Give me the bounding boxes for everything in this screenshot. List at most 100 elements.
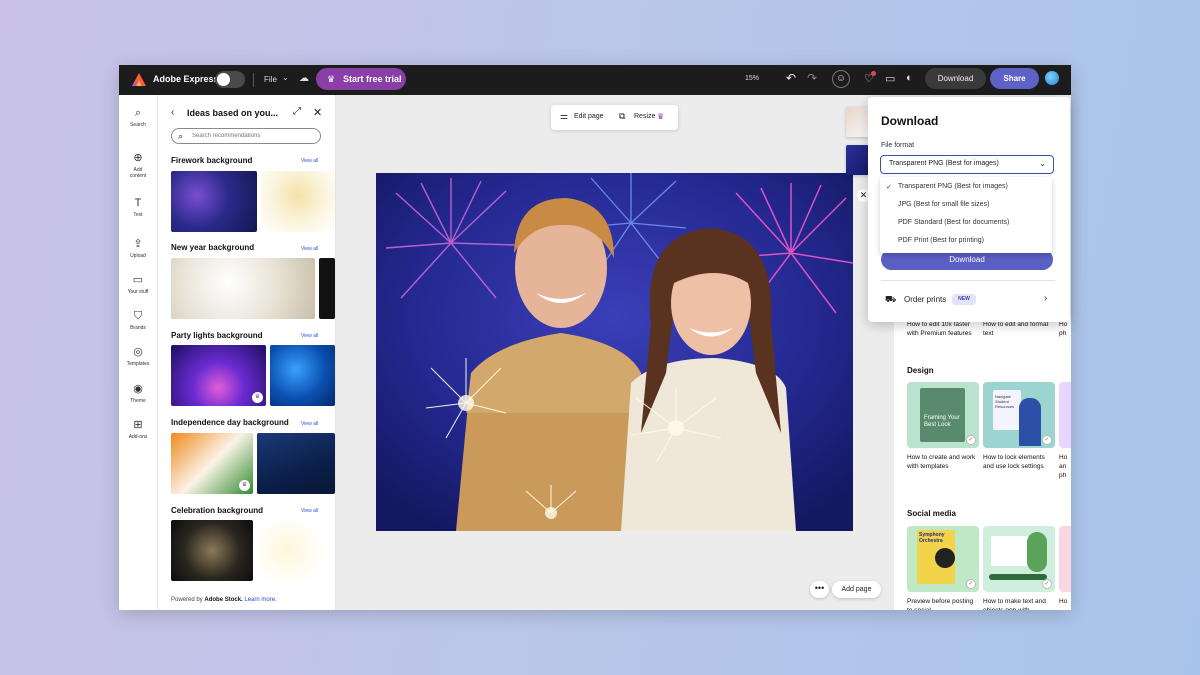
celebration-thumb-1[interactable]: [171, 520, 253, 581]
format-option[interactable]: JPG (Best for small file sizes): [898, 201, 989, 208]
file-menu[interactable]: File: [264, 75, 277, 84]
tutorial-card[interactable]: ✓: [983, 526, 1055, 592]
panel-title: Ideas based on you...: [187, 108, 279, 118]
premium-crown-icon: ♛: [657, 112, 665, 121]
learn-more-link[interactable]: Learn more.: [244, 597, 276, 603]
view-all-link[interactable]: View all: [301, 246, 318, 252]
learn-caption[interactable]: How to make text and objects pop with: [983, 597, 1055, 610]
view-all-link[interactable]: View all: [301, 421, 318, 427]
avatar[interactable]: [1045, 71, 1059, 85]
search-field[interactable]: ⌕: [171, 128, 321, 144]
theme-icon: ◉: [133, 383, 143, 395]
back-icon[interactable]: ‹: [171, 107, 174, 118]
addons-icon: ⊞: [133, 419, 143, 431]
order-prints-link[interactable]: Order prints: [904, 295, 946, 304]
top-bar: Adobe Express File ⌄ ☁ ♛ Start free tria…: [119, 65, 1071, 95]
format-option[interactable]: PDF Print (Best for printing): [898, 237, 984, 244]
checkmark-icon: ✓: [1042, 435, 1052, 445]
present-icon[interactable]: ◐: [906, 72, 913, 84]
notifications-icon[interactable]: ♡: [864, 71, 876, 85]
folder-icon: ▭: [132, 274, 144, 286]
learn-caption[interactable]: Ho ph: [1059, 320, 1071, 338]
firework-thumb-2[interactable]: [261, 171, 335, 232]
chevron-right-icon[interactable]: ›: [1044, 293, 1047, 304]
collaborators-icon[interactable]: ☺: [832, 70, 850, 88]
learn-caption[interactable]: How to edit 10x faster with Premium feat…: [907, 320, 979, 338]
adobe-express-logo[interactable]: [131, 72, 147, 88]
newyear-thumb-2[interactable]: [319, 258, 335, 319]
party-thumb-2[interactable]: [270, 345, 335, 406]
view-all-link[interactable]: View all: [301, 333, 318, 339]
cloud-icon[interactable]: ☁: [299, 73, 309, 84]
tutorial-card[interactable]: [1059, 382, 1071, 448]
download-panel: Download File format Transparent PNG (Be…: [868, 97, 1070, 322]
edit-page-button[interactable]: Edit page: [574, 113, 604, 120]
tutorial-card[interactable]: Symphony Orchestra ✓: [907, 526, 979, 592]
view-all-link[interactable]: View all: [301, 508, 318, 514]
rail-label: Upload: [130, 253, 146, 259]
format-option[interactable]: PDF Standard (Best for documents): [898, 219, 1009, 226]
templates-icon: ◎: [133, 346, 143, 358]
newyear-thumb-1[interactable]: [171, 258, 315, 319]
premium-crown-icon: ♛: [252, 392, 263, 403]
learn-caption[interactable]: Ho an ph: [1059, 453, 1071, 480]
rail-label: Add-ons: [128, 434, 148, 440]
category-title: Celebration background: [171, 506, 264, 515]
rail-item-addons[interactable]: ⊞ Add-ons: [119, 419, 157, 440]
sliders-icon[interactable]: ⚌: [560, 111, 568, 122]
rail-item-add-content[interactable]: ⊕ Add content: [119, 152, 157, 179]
rail-item-templates[interactable]: ◎ Templates: [119, 346, 157, 367]
chevron-down-icon[interactable]: ⌄: [282, 73, 289, 82]
tutorial-card[interactable]: Navigate Student Resources ✓: [983, 382, 1055, 448]
rail-item-brands[interactable]: ⛉ Brands: [119, 310, 157, 331]
independence-thumb-2[interactable]: [257, 433, 335, 494]
celebration-thumb-2[interactable]: [257, 520, 335, 581]
learn-caption[interactable]: How to lock elements and use lock settin…: [983, 453, 1055, 471]
rail-item-search[interactable]: ⌕ Search: [119, 107, 157, 128]
redo-icon[interactable]: ↷: [807, 71, 817, 85]
ideas-panel: ‹ Ideas based on you... ⤢ ✕ ⌕ Firework b…: [158, 95, 336, 610]
comments-icon[interactable]: ▭: [885, 72, 895, 85]
trial-label: Start free trial: [343, 74, 402, 84]
independence-thumb-1[interactable]: ♛: [171, 433, 253, 494]
format-option[interactable]: Transparent PNG (Best for images): [898, 183, 1008, 190]
rail-label: Add content: [129, 167, 147, 179]
learn-caption[interactable]: Ho: [1059, 597, 1071, 606]
rail-item-text[interactable]: T Text: [119, 197, 157, 218]
search-input[interactable]: [192, 130, 312, 142]
canvas-photo[interactable]: [376, 173, 853, 531]
close-icon[interactable]: ✕: [313, 106, 322, 119]
new-badge: NEW: [952, 294, 976, 305]
learn-caption[interactable]: How to create and work with templates: [907, 453, 979, 471]
file-format-label: File format: [881, 142, 915, 149]
file-format-select[interactable]: Transparent PNG (Best for images) ⌄: [880, 155, 1054, 174]
tutorial-card[interactable]: Framing Your Best Look ✓: [907, 382, 979, 448]
learn-caption[interactable]: How to edit and format text: [983, 320, 1055, 338]
divider: [253, 73, 254, 87]
start-trial-button[interactable]: ♛ Start free trial: [316, 68, 406, 90]
zoom-level[interactable]: 15%: [745, 75, 759, 82]
share-button[interactable]: Share: [990, 68, 1039, 89]
resize-icon[interactable]: ⧉: [619, 111, 625, 122]
category-title: Independence day background: [171, 418, 289, 427]
add-page-button[interactable]: Add page: [832, 581, 881, 598]
undo-icon[interactable]: ↶: [786, 71, 796, 85]
brand-icon: ⛉: [133, 310, 143, 322]
resize-button[interactable]: Resize: [634, 113, 655, 120]
rail-label: Theme: [130, 398, 146, 404]
party-thumb-1[interactable]: ♛: [171, 345, 266, 406]
rail-item-your-stuff[interactable]: ▭ Your stuff: [119, 274, 157, 295]
mode-toggle[interactable]: [215, 71, 245, 88]
tutorial-card[interactable]: [1059, 526, 1071, 592]
firework-thumb-1[interactable]: [171, 171, 257, 232]
more-options-button[interactable]: •••: [810, 581, 829, 598]
rail-item-upload[interactable]: ⇪ Upload: [119, 238, 157, 259]
view-all-link[interactable]: View all: [301, 158, 318, 164]
photo-illustration: [376, 173, 853, 531]
checkmark-icon: ✓: [966, 579, 976, 589]
expand-icon[interactable]: ⤢: [293, 106, 301, 117]
format-dropdown-menu: ✓ Transparent PNG (Best for images) JPG …: [880, 177, 1052, 253]
learn-caption[interactable]: Preview before posting to social: [907, 597, 979, 610]
download-button[interactable]: Download: [925, 68, 986, 89]
rail-item-theme[interactable]: ◉ Theme: [119, 383, 157, 404]
